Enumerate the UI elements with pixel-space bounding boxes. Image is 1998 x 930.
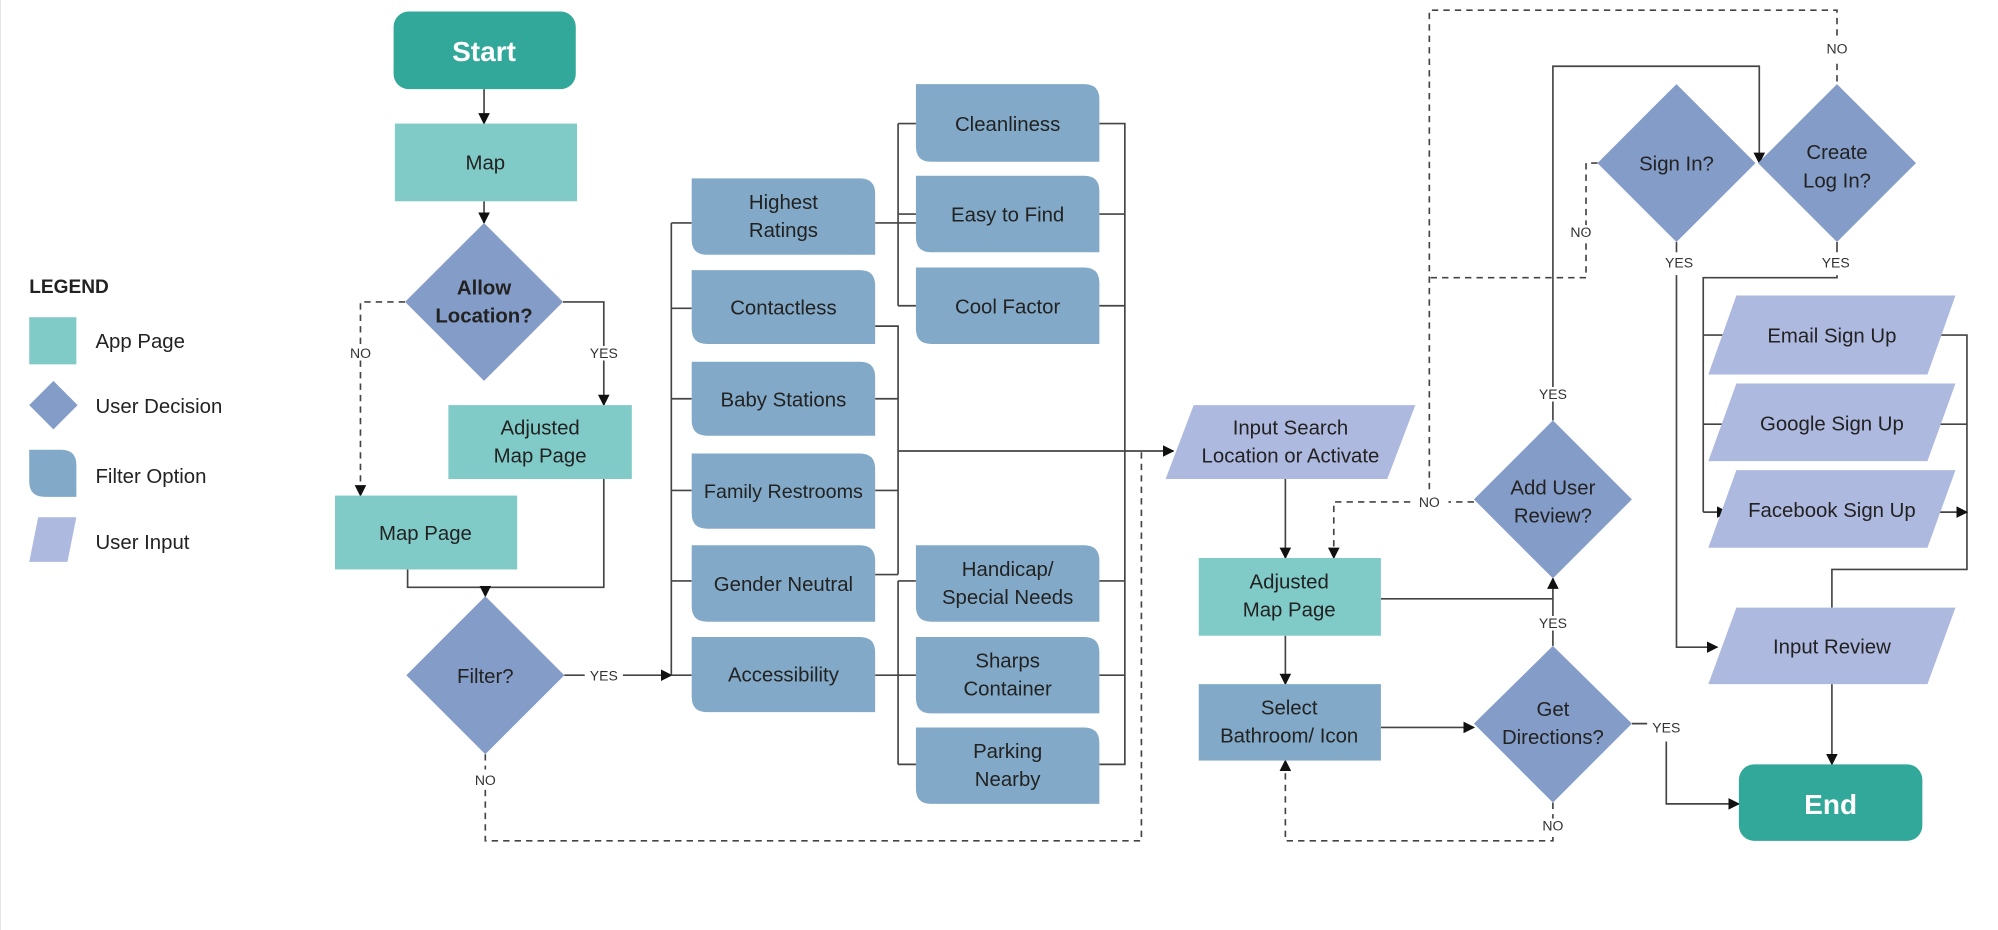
edge-label-no: NO [475, 772, 496, 788]
svg-text:End: End [1804, 789, 1857, 820]
node-map-page: Map Page [334, 495, 518, 570]
edge-label-yes: YES [590, 667, 618, 683]
svg-text:Gender Neutral: Gender Neutral [714, 574, 853, 596]
filter-bus [670, 222, 692, 677]
svg-text:Easy to Find: Easy to Find [951, 205, 1064, 227]
edge-label-yes: YES [1539, 386, 1567, 402]
legend-user-input: User Input [95, 532, 189, 554]
edge-signin-no [1429, 162, 1598, 279]
access-bus [875, 580, 916, 766]
edge-label-yes: YES [1539, 615, 1567, 631]
svg-text:Cleanliness: Cleanliness [955, 114, 1060, 136]
svg-text:Baby Stations: Baby Stations [721, 389, 847, 411]
node-allow-location: Allow Location? [405, 222, 564, 381]
svg-text:Start: Start [452, 36, 516, 67]
edge-label-yes: YES [1822, 255, 1850, 271]
svg-text:Google Sign Up: Google Sign Up [1760, 414, 1904, 436]
filter-cleanliness: Cleanliness [915, 84, 1100, 162]
svg-text:Accessibility: Accessibility [728, 665, 840, 687]
node-end: End [1738, 764, 1923, 841]
filter-highest-ratings: Highest Ratings [691, 178, 876, 255]
filter-gender-neutral: Gender Neutral [691, 545, 876, 622]
legend-user-decision: User Decision [95, 396, 222, 418]
filter-handicap: Handicap/Special Needs [915, 545, 1100, 622]
filter-accessibility: Accessibility [691, 636, 876, 713]
svg-text:Email Sign Up: Email Sign Up [1767, 326, 1896, 348]
filter-parking-nearby: Parking Nearby [915, 727, 1100, 804]
filter-family-restrooms: Family Restrooms [691, 453, 876, 529]
svg-text:Cool Factor: Cool Factor [955, 296, 1061, 318]
edge-label-no: NO [1542, 818, 1563, 834]
node-google-sign-up: Google Sign Up [1708, 383, 1956, 462]
edge-label-yes: YES [590, 345, 618, 361]
svg-text:Input Review: Input Review [1773, 637, 1891, 659]
legend: LEGEND App Page User Decision Filter Opt… [29, 277, 222, 562]
node-sign-in: Sign In? [1597, 84, 1756, 243]
filter-easy-to-find: Easy to Find [915, 175, 1100, 253]
legend-title: LEGEND [29, 277, 109, 298]
node-filter: Filter? [406, 596, 565, 755]
node-facebook-sign-up: Facebook Sign Up [1708, 470, 1956, 548]
legend-app-page: App Page [95, 331, 185, 353]
edge-allow-no [354, 301, 406, 497]
edge-review-no [1334, 501, 1474, 558]
node-input-search: Input Search Location or Activate [1165, 405, 1416, 480]
filter-cool-factor: Cool Factor [915, 267, 1100, 344]
edge-label-no: NO [350, 345, 371, 361]
svg-text:Filter?: Filter? [457, 666, 514, 688]
node-input-review: Input Review [1708, 607, 1956, 685]
node-start: Start [393, 11, 576, 90]
legend-decision-swatch [29, 380, 78, 430]
legend-filter-option: Filter Option [95, 466, 206, 488]
node-add-user-review: Add User Review? [1473, 420, 1632, 579]
filter-contactless: Contactless [691, 270, 876, 344]
edge-label-yes: YES [1665, 255, 1693, 271]
svg-text:Family Restrooms: Family Restrooms [704, 481, 863, 503]
legend-app-page-swatch [29, 317, 77, 365]
node-get-directions: Get Directions? [1473, 645, 1632, 803]
ratings-bus [875, 122, 916, 307]
svg-text:Map Page: Map Page [379, 523, 472, 545]
node-email-sign-up: Email Sign Up [1708, 295, 1956, 375]
filter-sharps-container: Sharps Container [915, 636, 1100, 714]
svg-text:Map: Map [465, 152, 505, 174]
node-adjusted-map-page: Adjusted Map Page [448, 405, 632, 480]
edge-signin-yes [1675, 242, 1717, 647]
edge-label-no: NO [1419, 494, 1440, 510]
flowchart: NO YES YES NO YES NO YES YES NO NO YES Y… [29, 9, 1998, 842]
node-map: Map [394, 123, 578, 202]
edge-directions-no [1279, 759, 1554, 842]
legend-input-swatch [29, 517, 77, 562]
edge-label-yes: YES [1652, 720, 1680, 736]
options-bus [875, 325, 899, 576]
node-adjusted-map-page-2: Adjusted Map Page [1198, 558, 1381, 636]
svg-text:Facebook Sign Up: Facebook Sign Up [1748, 500, 1916, 522]
flowchart-canvas: NO YES YES NO YES NO YES YES NO NO YES Y… [0, 0, 1998, 930]
node-create-login: Create Log In? [1758, 84, 1916, 243]
edge-directions-yes-end [1631, 722, 1739, 804]
edge-label-no: NO [1827, 41, 1848, 57]
right-bus [1099, 122, 1126, 766]
edge-label-no: NO [1570, 224, 1591, 240]
node-select-bathroom: Select Bathroom/ Icon [1198, 684, 1381, 761]
svg-text:Contactless: Contactless [730, 298, 836, 320]
filter-baby-stations: Baby Stations [691, 361, 876, 436]
legend-filter-swatch [29, 449, 77, 497]
svg-text:Sign In?: Sign In? [1639, 154, 1714, 176]
